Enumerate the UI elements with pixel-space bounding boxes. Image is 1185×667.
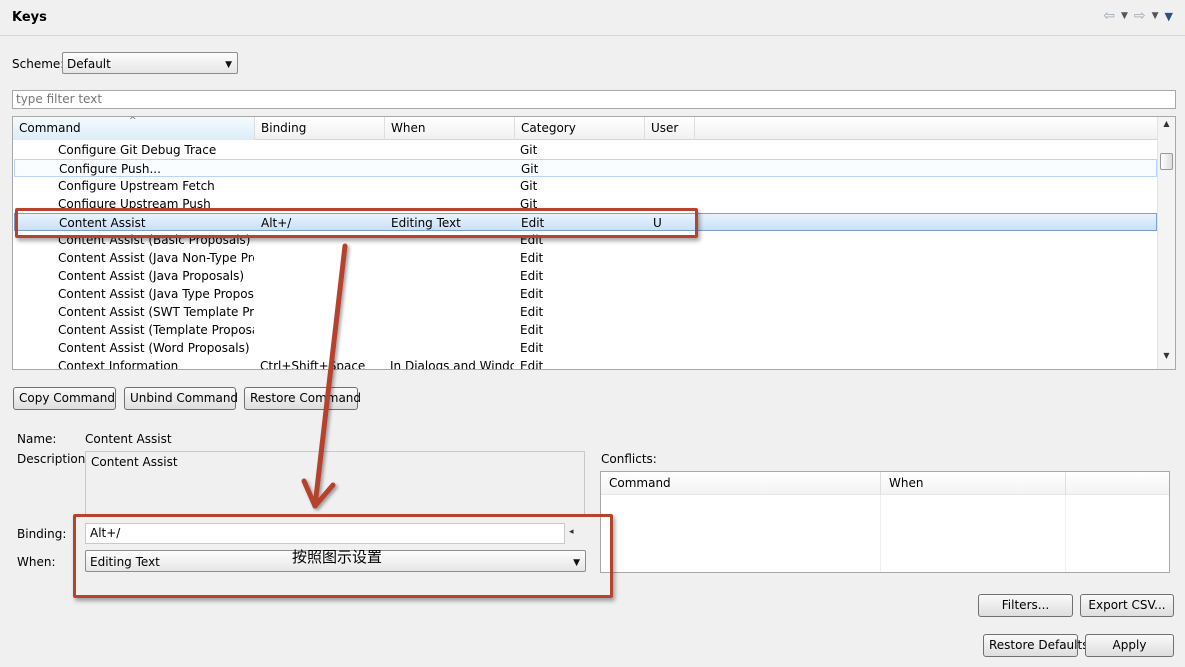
cell-command: Content Assist (Template Proposals) bbox=[58, 323, 254, 337]
view-toolbar: ⇦ ▼ ⇨ ▼ ▼ bbox=[1103, 8, 1173, 24]
filters-button[interactable]: Filters... bbox=[978, 594, 1073, 617]
conflicts-label: Conflicts: bbox=[601, 452, 657, 466]
table-row[interactable]: Content Assist (Template Proposals) Edit bbox=[14, 321, 1157, 339]
back-arrow-icon[interactable]: ⇦ bbox=[1103, 8, 1115, 24]
cell-command: Content Assist (SWT Template Propos bbox=[58, 305, 254, 319]
page-title: Keys bbox=[12, 10, 47, 25]
back-dropdown-icon[interactable]: ▼ bbox=[1121, 11, 1128, 24]
cell-command: Configure Push... bbox=[59, 162, 161, 176]
cell-category: Git bbox=[520, 143, 538, 157]
column-category[interactable]: Category bbox=[515, 117, 645, 140]
view-menu-icon[interactable]: ▼ bbox=[1165, 10, 1173, 24]
vertical-scrollbar[interactable]: ▲ ▼ bbox=[1157, 117, 1175, 369]
cell-category: Edit bbox=[520, 305, 544, 319]
column-divider bbox=[1065, 495, 1066, 572]
scheme-label: Scheme: bbox=[12, 57, 65, 71]
cell-command: Configure Upstream Fetch bbox=[58, 179, 215, 193]
name-value: Content Assist bbox=[85, 432, 172, 446]
cell-command: Content Assist (Word Proposals) bbox=[58, 341, 250, 355]
table-row[interactable]: Configure Git Debug Trace Git bbox=[14, 141, 1157, 159]
cell-category: Edit bbox=[520, 359, 544, 370]
unbind-command-button[interactable]: Unbind Command bbox=[124, 387, 238, 410]
cell-category: Edit bbox=[520, 269, 544, 283]
cell-category: Edit bbox=[520, 287, 544, 301]
column-command[interactable]: ^ Command bbox=[13, 117, 255, 140]
table-row[interactable]: Content Assist (Java Type Proposals) Edit bbox=[14, 285, 1157, 303]
cell-category: Edit bbox=[520, 323, 544, 337]
column-user[interactable]: User bbox=[645, 117, 695, 140]
chevron-down-icon: ▼ bbox=[225, 60, 232, 70]
cell-category: Git bbox=[520, 179, 538, 193]
apply-button[interactable]: Apply bbox=[1085, 634, 1174, 657]
column-when[interactable]: When bbox=[385, 117, 515, 140]
table-row[interactable]: Configure Upstream Fetch Git bbox=[14, 177, 1157, 195]
name-label: Name: bbox=[17, 432, 57, 446]
copy-command-button[interactable]: Copy Command bbox=[13, 387, 116, 410]
column-divider bbox=[880, 495, 881, 572]
table-header: ^ Command Binding When Category User bbox=[13, 117, 1158, 140]
table-row[interactable]: Content Assist (Word Proposals) Edit bbox=[14, 339, 1157, 357]
annotation-arrow-icon bbox=[301, 243, 348, 509]
column-binding[interactable]: Binding bbox=[255, 117, 385, 140]
cell-category: Edit bbox=[520, 251, 544, 265]
when-label: When: bbox=[17, 555, 56, 569]
conflicts-column-filler bbox=[1066, 472, 1169, 495]
scroll-thumb[interactable] bbox=[1160, 153, 1173, 170]
forward-arrow-icon[interactable]: ⇨ bbox=[1134, 8, 1146, 24]
conflicts-column-when[interactable]: When bbox=[881, 472, 1066, 495]
export-csv-button[interactable]: Export CSV... bbox=[1080, 594, 1174, 617]
conflicts-table: Command When bbox=[600, 471, 1170, 573]
table-row[interactable]: Context Information Ctrl+Shift+Space In Di… bbox=[14, 357, 1157, 370]
restore-defaults-button[interactable]: Restore Defaults bbox=[983, 634, 1088, 657]
table-row[interactable]: Configure Push... Git bbox=[14, 159, 1157, 177]
conflicts-column-command[interactable]: Command bbox=[601, 472, 881, 495]
table-row[interactable]: Content Assist (Java Non-Type Propo Edit bbox=[14, 249, 1157, 267]
cell-command: Content Assist (Java Proposals) bbox=[58, 269, 245, 283]
cell-command: Configure Git Debug Trace bbox=[58, 143, 217, 157]
cell-command: Content Assist (Java Type Proposals) bbox=[58, 287, 254, 301]
cell-command: Context Information bbox=[58, 359, 179, 370]
scheme-select-value: Default bbox=[67, 57, 111, 71]
scroll-up-icon[interactable]: ▲ bbox=[1158, 119, 1175, 135]
cell-category: Git bbox=[521, 162, 539, 176]
table-row[interactable]: Content Assist (Java Proposals) Edit bbox=[14, 267, 1157, 285]
description-value: Content Assist bbox=[91, 455, 178, 469]
cell-when: In Dialogs and Windo... bbox=[390, 359, 514, 370]
filter-input[interactable]: type filter text bbox=[12, 90, 1176, 109]
forward-dropdown-icon[interactable]: ▼ bbox=[1152, 11, 1159, 24]
annotation-text: 按照图示设置 bbox=[292, 548, 383, 566]
header-divider bbox=[0, 35, 1185, 36]
table-row[interactable]: Content Assist (SWT Template Propos Edit bbox=[14, 303, 1157, 321]
binding-label: Binding: bbox=[17, 527, 67, 541]
description-label: Description: bbox=[17, 452, 90, 466]
keys-table: ^ Command Binding When Category User Con… bbox=[12, 116, 1176, 370]
annotation-highlight-row bbox=[15, 208, 698, 238]
scroll-down-icon[interactable]: ▼ bbox=[1158, 351, 1175, 367]
scheme-select[interactable]: Default ▼ bbox=[62, 52, 238, 74]
cell-category: Edit bbox=[520, 341, 544, 355]
cell-command: Content Assist (Java Non-Type Propo bbox=[58, 251, 254, 265]
sort-ascending-icon: ^ bbox=[129, 116, 137, 126]
